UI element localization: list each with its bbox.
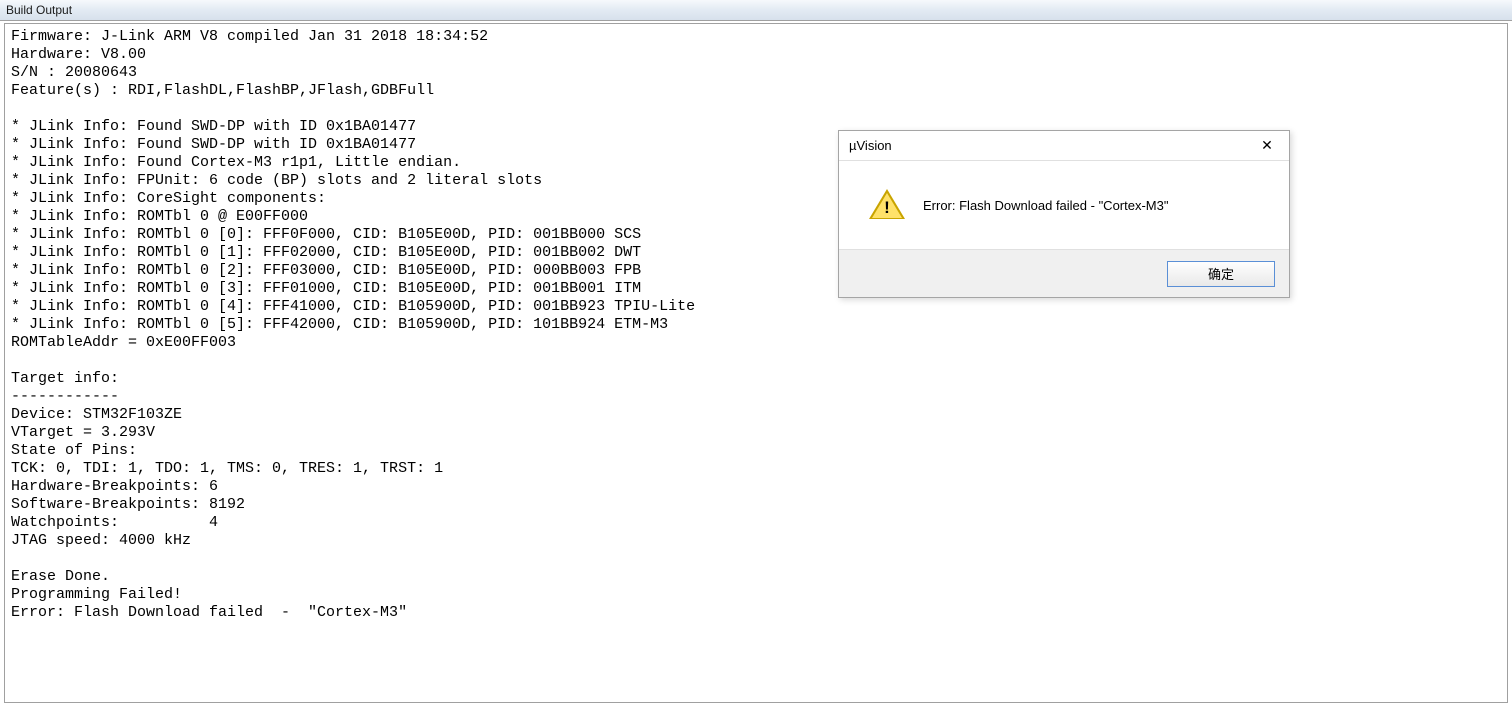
- panel-title: Build Output: [6, 3, 72, 17]
- dialog-body: ! Error: Flash Download failed - "Cortex…: [839, 161, 1289, 249]
- dialog-message: Error: Flash Download failed - "Cortex-M…: [923, 198, 1168, 213]
- dialog-titlebar[interactable]: µVision ✕: [839, 131, 1289, 161]
- error-dialog: µVision ✕ ! Error: Flash Download failed…: [838, 130, 1290, 298]
- build-output-text[interactable]: Firmware: J-Link ARM V8 compiled Jan 31 …: [4, 23, 1508, 703]
- close-icon: ✕: [1261, 137, 1273, 154]
- panel-header: Build Output: [0, 0, 1512, 21]
- dialog-footer: 确定: [839, 249, 1289, 297]
- warning-icon: !: [869, 189, 905, 221]
- dialog-ok-button[interactable]: 确定: [1167, 261, 1275, 287]
- dialog-title: µVision: [849, 138, 892, 153]
- dialog-close-button[interactable]: ✕: [1245, 132, 1289, 160]
